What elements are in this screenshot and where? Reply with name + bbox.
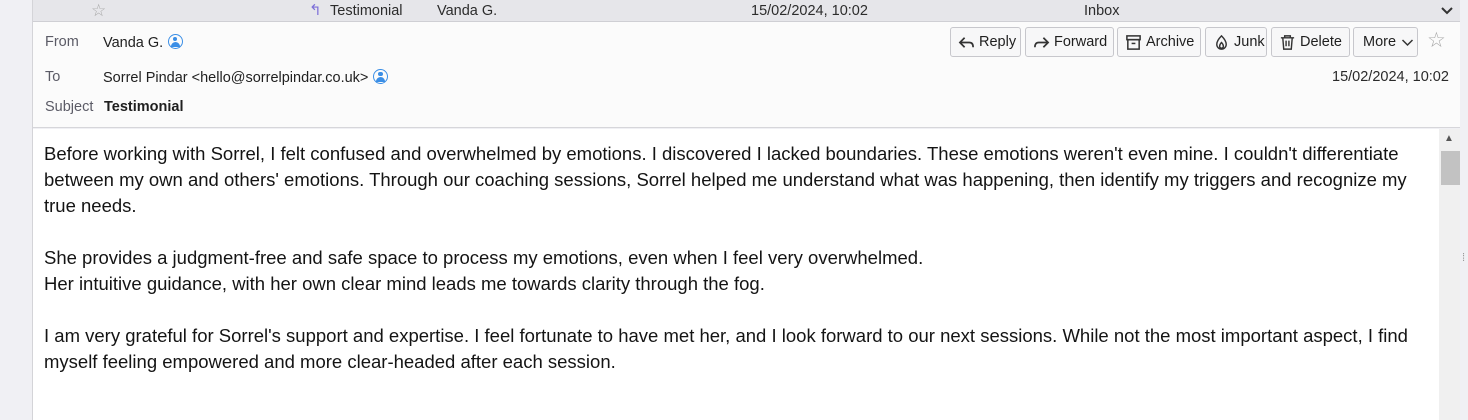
from-value[interactable]: Vanda G. (103, 35, 163, 51)
reply-icon (958, 36, 974, 48)
forward-button[interactable]: Forward (1025, 27, 1114, 57)
reply-button[interactable]: Reply (950, 27, 1021, 57)
junk-label: Junk (1234, 34, 1265, 50)
forward-icon (1034, 36, 1050, 48)
more-label: More (1363, 34, 1397, 50)
scrollbar-thumb[interactable] (1441, 151, 1460, 185)
body-paragraph: I am very grateful for Sorrel's support … (44, 325, 1408, 372)
delete-label: Delete (1300, 34, 1342, 50)
right-pane-edge (1460, 0, 1468, 420)
body-paragraph: Before working with Sorrel, I felt confu… (44, 143, 1407, 216)
list-row-sender: Vanda G. (437, 3, 498, 19)
contact-icon[interactable] (168, 34, 184, 49)
header-date: 15/02/2024, 10:02 (1332, 69, 1449, 85)
subject-value: Testimonial (104, 99, 184, 115)
reply-label: Reply (979, 34, 1017, 50)
subject-label: Subject (45, 99, 94, 115)
from-field[interactable]: Vanda G. (103, 34, 184, 51)
chevron-down-icon (1402, 38, 1414, 46)
list-row-date: 15/02/2024, 10:02 (751, 3, 868, 19)
from-label: From (45, 34, 79, 50)
delete-button[interactable]: Delete (1271, 27, 1350, 57)
trash-icon (1280, 34, 1295, 50)
forward-label: Forward (1054, 34, 1108, 50)
more-button[interactable]: More (1353, 27, 1418, 57)
star-icon[interactable]: ☆ (91, 1, 106, 21)
archive-icon (1126, 34, 1141, 50)
body-paragraph: Her intuitive guidance, with her own cle… (44, 273, 765, 294)
junk-button[interactable]: Junk (1205, 27, 1267, 57)
left-pane-edge (0, 0, 33, 420)
list-row-subject: Testimonial (330, 3, 403, 19)
list-row-folder: Inbox (1084, 3, 1120, 19)
message-list-row[interactable]: ☆ ↰ Testimonial Vanda G. 15/02/2024, 10:… (33, 0, 1460, 22)
contact-icon[interactable] (373, 69, 389, 84)
replied-indicator-icon: ↰ (309, 2, 322, 19)
mail-app: ☆ ↰ Testimonial Vanda G. 15/02/2024, 10:… (0, 0, 1468, 420)
star-icon[interactable]: ☆ (1427, 30, 1446, 51)
message-header: From Vanda G. To Sorrel Pindar <hello@so… (33, 22, 1460, 128)
body-paragraph: She provides a judgment-free and safe sp… (44, 247, 924, 268)
body-scrollbar[interactable]: ▲ (1439, 129, 1460, 420)
to-value[interactable]: Sorrel Pindar <hello@sorrelpindar.co.uk> (103, 70, 368, 86)
junk-icon (1216, 34, 1227, 50)
archive-button[interactable]: Archive (1117, 27, 1201, 57)
pane-resize-grip-icon[interactable]: ⁞ (1462, 252, 1465, 264)
to-field[interactable]: Sorrel Pindar <hello@sorrelpindar.co.uk> (103, 69, 389, 86)
message-body: Before working with Sorrel, I felt confu… (33, 129, 1439, 420)
archive-label: Archive (1146, 34, 1195, 50)
scroll-up-icon[interactable]: ▲ (1444, 133, 1454, 144)
to-label: To (45, 69, 61, 85)
chevron-down-icon[interactable] (1438, 1, 1456, 21)
